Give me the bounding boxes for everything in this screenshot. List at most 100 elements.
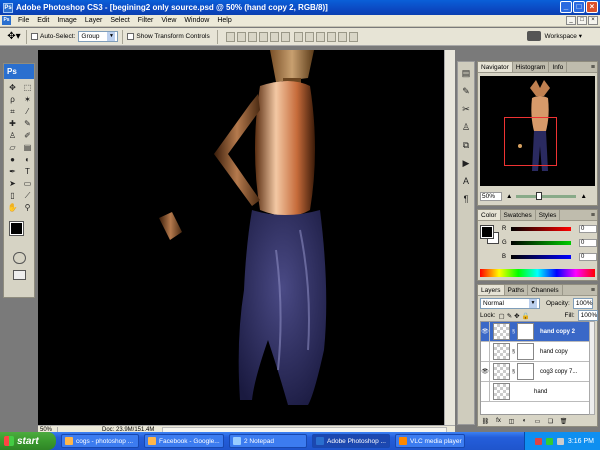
- new-layer-icon[interactable]: ❏: [545, 418, 556, 425]
- actions-icon[interactable]: ▶: [459, 156, 473, 170]
- heal-icon[interactable]: ✚: [6, 118, 19, 129]
- marquee-icon[interactable]: ⬚: [21, 82, 34, 93]
- blue-value[interactable]: 0: [579, 253, 597, 261]
- slice-icon[interactable]: ⁄: [21, 106, 34, 117]
- distribute-left-icon[interactable]: [326, 31, 336, 42]
- layer-row[interactable]: § hand copy: [481, 341, 589, 362]
- type-icon[interactable]: T: [21, 166, 34, 177]
- bridge-icon[interactable]: [526, 31, 541, 41]
- menu-filter[interactable]: Filter: [134, 15, 158, 27]
- brush-icon[interactable]: ✎: [21, 118, 34, 129]
- shape-icon[interactable]: ▭: [21, 178, 34, 189]
- visibility-toggle[interactable]: [481, 341, 490, 362]
- tray-icon[interactable]: [545, 437, 553, 445]
- eyedropper-icon[interactable]: ⟋: [21, 190, 34, 201]
- layer-row[interactable]: 👁 § hand copy 2: [481, 322, 589, 342]
- adjustment-layer-icon[interactable]: ◐: [519, 418, 530, 424]
- zoom-out-icon[interactable]: ▲: [506, 193, 512, 200]
- distribute-middle-icon[interactable]: [304, 31, 314, 42]
- quick-mask-icon[interactable]: [12, 252, 26, 264]
- paragraph-icon[interactable]: ¶: [459, 192, 473, 206]
- eye-icon[interactable]: 👁: [481, 322, 490, 342]
- chain-icon[interactable]: §: [511, 369, 516, 375]
- taskbar-item[interactable]: 2 Notepad: [229, 434, 307, 448]
- align-top-icon[interactable]: [225, 31, 235, 42]
- tab-navigator[interactable]: Navigator: [478, 62, 513, 72]
- tab-histogram[interactable]: Histogram: [513, 62, 550, 72]
- taskbar-item[interactable]: Adobe Photoshop ...: [312, 434, 390, 448]
- menu-view[interactable]: View: [157, 15, 180, 27]
- new-group-icon[interactable]: ▭: [532, 418, 543, 425]
- blue-slider[interactable]: [511, 255, 571, 259]
- crop-icon[interactable]: ⌗: [6, 106, 19, 117]
- eraser-icon[interactable]: ▱: [6, 142, 19, 153]
- panel-menu-icon[interactable]: ≡: [591, 285, 595, 296]
- tab-layers[interactable]: Layers: [478, 285, 505, 295]
- workspace-button[interactable]: Workspace ▾: [526, 31, 582, 41]
- lasso-icon[interactable]: ρ: [6, 94, 19, 105]
- start-button[interactable]: start: [0, 432, 56, 450]
- red-slider[interactable]: [511, 227, 571, 231]
- move-tool-preset-icon[interactable]: ✥▾: [6, 30, 22, 44]
- minimize-button[interactable]: _: [560, 1, 572, 13]
- menu-image[interactable]: Image: [53, 15, 80, 27]
- zoom-slider[interactable]: [516, 192, 577, 200]
- path-select-icon[interactable]: ➤: [6, 178, 19, 189]
- distribute-center-icon[interactable]: [337, 31, 347, 42]
- layer-mask-thumbnail[interactable]: [517, 323, 534, 340]
- pen-icon[interactable]: ✒: [6, 166, 19, 177]
- clock[interactable]: 3:16 PM: [568, 438, 594, 445]
- align-right-icon[interactable]: [280, 31, 290, 42]
- color-foreground-swatch[interactable]: [480, 225, 494, 239]
- distribute-right-icon[interactable]: [348, 31, 358, 42]
- layer-style-icon[interactable]: fx: [493, 418, 504, 424]
- tab-info[interactable]: Info: [549, 62, 568, 72]
- layer-mask-thumbnail[interactable]: [517, 343, 534, 360]
- hand-icon[interactable]: ✋: [6, 202, 19, 213]
- trash-icon[interactable]: 🗑: [558, 418, 569, 425]
- align-center-icon[interactable]: [269, 31, 279, 42]
- maximize-button[interactable]: □: [573, 1, 585, 13]
- gradient-icon[interactable]: ▤: [21, 142, 34, 153]
- panel-menu-icon[interactable]: ≡: [591, 62, 595, 73]
- blur-icon[interactable]: ●: [6, 154, 19, 165]
- tab-color[interactable]: Color: [478, 210, 501, 220]
- opacity-input[interactable]: 100%: [572, 298, 593, 309]
- menu-edit[interactable]: Edit: [33, 15, 53, 27]
- close-button[interactable]: ×: [586, 1, 598, 13]
- lock-icons[interactable]: ▢✎✥🔒: [499, 312, 539, 320]
- history-brush-icon[interactable]: ✐: [21, 130, 34, 141]
- auto-select-checkbox[interactable]: [31, 33, 38, 40]
- distribute-top-icon[interactable]: [293, 31, 303, 42]
- menu-window[interactable]: Window: [180, 15, 213, 27]
- panel-menu-icon[interactable]: ≡: [591, 210, 595, 221]
- stamp-icon[interactable]: ♙: [6, 130, 19, 141]
- distribute-bottom-icon[interactable]: [315, 31, 325, 42]
- fill-input[interactable]: 100%: [577, 310, 598, 321]
- add-mask-icon[interactable]: ◫: [506, 418, 517, 425]
- dodge-icon[interactable]: ◐: [21, 154, 34, 165]
- visibility-toggle[interactable]: [481, 381, 490, 402]
- volume-icon[interactable]: [556, 437, 564, 445]
- notes-icon[interactable]: ▯: [6, 190, 19, 201]
- layer-row[interactable]: 👁 § cog3 copy 7...: [481, 361, 589, 382]
- character-icon[interactable]: A: [459, 174, 473, 188]
- layer-row[interactable]: hand: [481, 381, 589, 402]
- move-icon[interactable]: ✥: [6, 82, 19, 93]
- blend-mode-dropdown[interactable]: Normal ▼: [480, 298, 540, 309]
- magic-wand-icon[interactable]: ✶: [21, 94, 34, 105]
- link-layers-icon[interactable]: ⛓: [480, 418, 491, 425]
- layer-mask-thumbnail[interactable]: [517, 363, 534, 380]
- taskbar-item[interactable]: cogs - photoshop ...: [61, 434, 139, 448]
- color-spectrum[interactable]: [480, 269, 595, 277]
- menu-layer[interactable]: Layer: [81, 15, 107, 27]
- taskbar-item[interactable]: Facebook - Google...: [144, 434, 224, 448]
- tab-swatches[interactable]: Swatches: [501, 210, 536, 220]
- menu-select[interactable]: Select: [106, 15, 133, 27]
- zoom-icon[interactable]: ⚲: [21, 202, 34, 213]
- red-value[interactable]: 0: [579, 225, 597, 233]
- auto-select-dropdown[interactable]: Group ▼: [78, 31, 119, 42]
- menu-help[interactable]: Help: [213, 15, 235, 27]
- document-icon[interactable]: Ps: [2, 16, 11, 25]
- green-slider[interactable]: [511, 241, 571, 245]
